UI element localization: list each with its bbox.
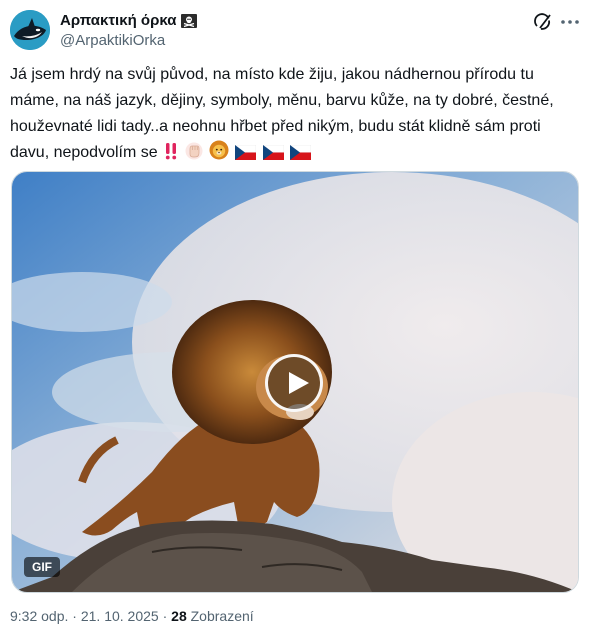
double-exclamation-icon xyxy=(164,142,178,169)
czech-flag-icon xyxy=(235,143,257,169)
tweet-time[interactable]: 9:32 odp. xyxy=(10,608,68,624)
gif-badge: GIF xyxy=(24,557,60,577)
meta-separator: · xyxy=(72,608,77,624)
tweet-text: Já jsem hrdý na svůj původ, na místo kde… xyxy=(10,62,583,169)
author-name-row[interactable]: Αρπακτική όρκα xyxy=(60,12,198,29)
gif-media[interactable]: GIF xyxy=(11,171,579,593)
author-handle[interactable]: @ArpaktikiOrka xyxy=(60,32,165,49)
orca-avatar-icon[interactable] xyxy=(10,10,50,50)
meta-separator: · xyxy=(162,608,168,624)
grok-icon[interactable] xyxy=(533,12,553,32)
play-button[interactable] xyxy=(265,354,323,412)
tweet-date[interactable]: 21. 10. 2025 xyxy=(81,608,159,624)
tweet-header: Αρπακτική όρκα @ArpaktikiOrka xyxy=(10,8,583,54)
more-options-icon[interactable] xyxy=(559,12,581,32)
lion-face-icon xyxy=(209,140,229,169)
views-label: Zobrazení xyxy=(190,608,254,624)
skull-crossbones-flag-icon xyxy=(181,13,198,28)
tweet-meta: 9:32 odp. · 21. 10. 2025 · 28 Zobrazení xyxy=(10,608,254,624)
play-icon xyxy=(289,372,309,394)
emoji-row xyxy=(162,140,312,161)
author-display-name[interactable]: Αρπακτική όρκα xyxy=(60,12,176,29)
views-count: 28 xyxy=(171,608,187,624)
czech-flag-icon xyxy=(262,143,285,169)
czech-flag-icon xyxy=(290,143,312,169)
raised-fist-icon xyxy=(185,142,203,169)
